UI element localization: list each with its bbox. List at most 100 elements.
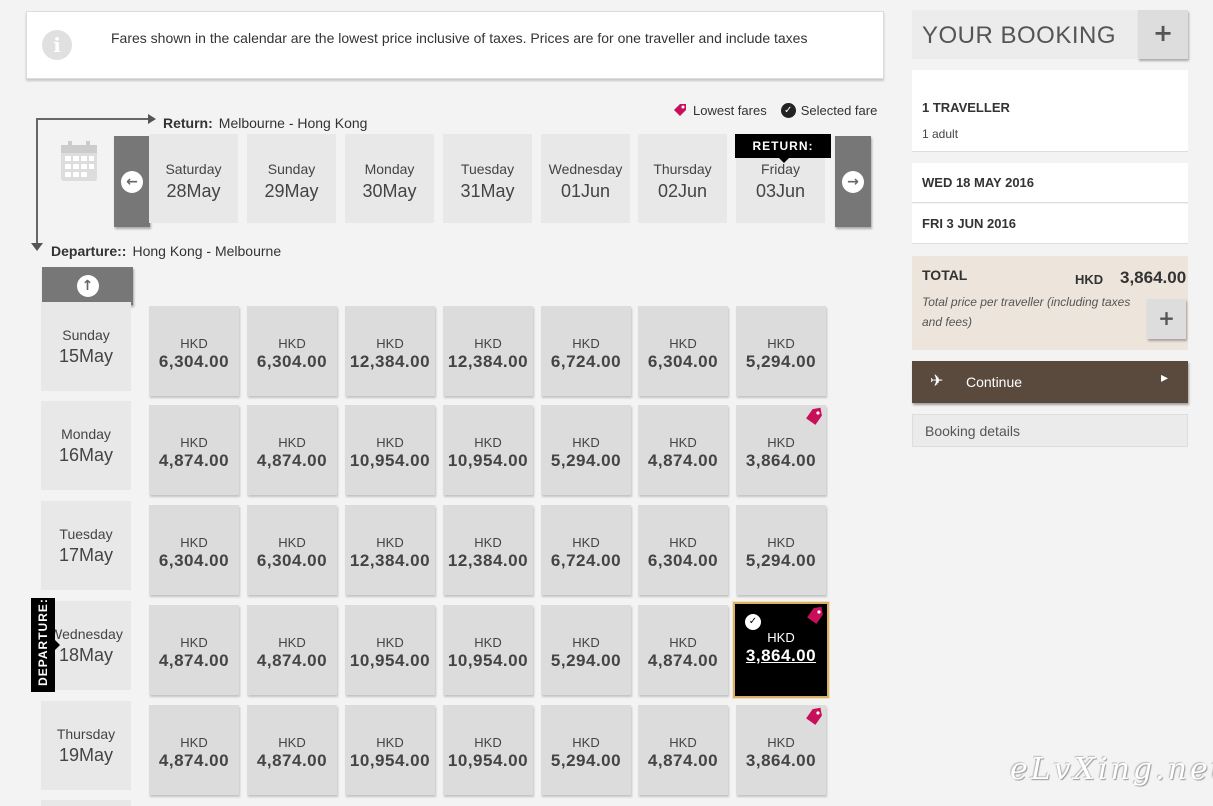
fare-currency: HKD bbox=[278, 336, 306, 351]
departure-route-label: Departure:: bbox=[51, 243, 127, 259]
fare-cell[interactable]: HKD 4,874.00 bbox=[638, 405, 728, 495]
fare-amount: 6,304.00 bbox=[158, 352, 230, 371]
expand-total-button[interactable]: + bbox=[1147, 299, 1186, 339]
departure-date-row[interactable]: Sunday 15May bbox=[41, 302, 131, 391]
departure-date-row[interactable]: Tuesday 17May bbox=[41, 501, 131, 590]
fare-cell[interactable]: HKD 6,304.00 bbox=[247, 306, 337, 396]
fare-amount: 5,294.00 bbox=[550, 751, 622, 770]
total-value: 3,864.00 bbox=[1120, 268, 1187, 287]
return-date-column[interactable]: Thursday 02Jun bbox=[638, 134, 727, 223]
departure-date-row[interactable]: Monday 16May bbox=[41, 401, 131, 490]
fare-cell[interactable]: HKD 12,384.00 bbox=[443, 306, 533, 396]
continue-button[interactable]: ✈ Continue ▸ bbox=[912, 361, 1188, 403]
fare-cell[interactable]: HKD 10,954.00 bbox=[443, 405, 533, 495]
return-date-column[interactable]: Tuesday 31May bbox=[443, 134, 532, 223]
fare-cell[interactable]: HKD 4,874.00 bbox=[149, 605, 239, 695]
fare-amount: 10,954.00 bbox=[349, 651, 431, 670]
departure-date-row[interactable]: Thursday 19May bbox=[41, 701, 131, 790]
return-date-label: 02Jun bbox=[657, 181, 708, 201]
fare-cell[interactable]: HKD 6,724.00 bbox=[541, 505, 631, 595]
next-dates-button[interactable]: → bbox=[835, 136, 871, 227]
return-date-column[interactable]: Saturday 28May bbox=[149, 134, 238, 223]
fare-cell[interactable]: HKD 10,954.00 bbox=[443, 605, 533, 695]
fare-amount: 4,874.00 bbox=[158, 651, 230, 670]
return-date-column[interactable]: Monday 30May bbox=[345, 134, 434, 223]
lowest-fare-tag-icon bbox=[804, 707, 824, 727]
fare-currency: HKD bbox=[572, 535, 600, 550]
fare-currency: HKD bbox=[767, 735, 795, 750]
plane-icon: ✈ bbox=[930, 371, 944, 390]
return-date: FRI 3 JUN 2016 bbox=[912, 204, 1188, 244]
booking-header: YOUR BOOKING bbox=[912, 10, 1138, 59]
fare-currency: HKD bbox=[376, 435, 404, 450]
fare-amount: 4,874.00 bbox=[256, 651, 328, 670]
fare-cell[interactable]: HKD 6,304.00 bbox=[149, 505, 239, 595]
fare-currency: HKD bbox=[180, 535, 208, 550]
fare-currency: HKD bbox=[474, 435, 502, 450]
fare-currency: HKD bbox=[767, 435, 795, 450]
fare-currency: HKD bbox=[474, 735, 502, 750]
departure-day-label: Thursday bbox=[56, 726, 116, 742]
fare-cell[interactable]: HKD 6,724.00 bbox=[541, 306, 631, 396]
fare-amount: 5,294.00 bbox=[745, 352, 817, 371]
fare-currency: HKD bbox=[474, 336, 502, 351]
fare-amount: 4,874.00 bbox=[647, 751, 719, 770]
fare-cell[interactable]: HKD 5,294.00 bbox=[541, 405, 631, 495]
earlier-departures-button[interactable]: ↑ bbox=[42, 267, 133, 305]
fare-cell[interactable]: HKD 12,384.00 bbox=[345, 505, 435, 595]
fare-cell[interactable]: HKD 4,874.00 bbox=[638, 705, 728, 795]
return-date-column[interactable]: Sunday 29May bbox=[247, 134, 336, 223]
fare-cell[interactable]: HKD 5,294.00 bbox=[736, 306, 826, 396]
fare-cell[interactable]: HKD 6,304.00 bbox=[247, 505, 337, 595]
fare-cell[interactable]: HKD 12,384.00 bbox=[443, 505, 533, 595]
fare-currency: HKD bbox=[572, 336, 600, 351]
return-route: Return: Melbourne - Hong Kong bbox=[163, 115, 367, 131]
fare-cell[interactable]: HKD 4,874.00 bbox=[149, 705, 239, 795]
plus-icon: + bbox=[1158, 306, 1175, 330]
fare-currency: HKD bbox=[180, 735, 208, 750]
fare-currency: HKD bbox=[278, 435, 306, 450]
next-row-partial bbox=[41, 800, 131, 806]
fare-cell[interactable]: HKD 10,954.00 bbox=[443, 705, 533, 795]
fare-cell[interactable]: HKD 4,874.00 bbox=[247, 405, 337, 495]
total-currency: HKD bbox=[1075, 272, 1104, 287]
total-label: TOTAL bbox=[922, 267, 968, 283]
return-date-column[interactable]: Wednesday 01Jun bbox=[541, 134, 630, 223]
fare-cell[interactable]: HKD 5,294.00 bbox=[541, 705, 631, 795]
fare-currency: HKD bbox=[180, 635, 208, 650]
travellers-summary: 1 TRAVELLER 1 adult bbox=[912, 70, 1188, 152]
fare-cell[interactable]: HKD 6,304.00 bbox=[638, 505, 728, 595]
fare-cell[interactable]: HKD 5,294.00 bbox=[736, 505, 826, 595]
fare-cell[interactable]: HKD 4,874.00 bbox=[149, 405, 239, 495]
fare-cell[interactable]: HKD 3,864.00 bbox=[736, 405, 826, 495]
previous-dates-button[interactable]: ← bbox=[114, 136, 150, 227]
fare-amount: 4,874.00 bbox=[647, 651, 719, 670]
return-day-label: Friday bbox=[761, 161, 800, 177]
fare-cell[interactable]: HKD 10,954.00 bbox=[345, 705, 435, 795]
booking-details-link[interactable]: Booking details bbox=[912, 414, 1188, 447]
fare-cell[interactable]: HKD 4,874.00 bbox=[247, 705, 337, 795]
fare-cell[interactable]: HKD 6,304.00 bbox=[149, 306, 239, 396]
fare-currency: HKD bbox=[669, 535, 697, 550]
departure-date-label: 16May bbox=[58, 445, 114, 465]
fare-amount: 3,864.00 bbox=[745, 646, 817, 665]
fare-cell[interactable]: HKD 5,294.00 bbox=[541, 605, 631, 695]
fare-cell[interactable]: HKD 4,874.00 bbox=[247, 605, 337, 695]
arrow-up-icon: ↑ bbox=[76, 275, 99, 297]
fare-amount: 5,294.00 bbox=[745, 551, 817, 570]
fare-cell[interactable]: HKD 10,954.00 bbox=[345, 605, 435, 695]
expand-booking-button[interactable]: + bbox=[1138, 10, 1188, 59]
fare-currency: HKD bbox=[376, 635, 404, 650]
fare-cell[interactable]: HKD 4,874.00 bbox=[638, 605, 728, 695]
info-icon: i bbox=[42, 30, 72, 60]
return-route-value: Melbourne - Hong Kong bbox=[218, 115, 368, 131]
fare-cell[interactable]: HKD 10,954.00 bbox=[345, 405, 435, 495]
fare-amount: 10,954.00 bbox=[349, 751, 431, 770]
fare-cell[interactable]: HKD 12,384.00 bbox=[345, 306, 435, 396]
continue-label: Continue bbox=[966, 374, 1023, 390]
fare-cell[interactable]: HKD 3,864.00 bbox=[736, 705, 826, 795]
fare-cell[interactable]: HKD 6,304.00 bbox=[638, 306, 728, 396]
lowest-fare-tag-icon bbox=[805, 606, 825, 626]
fare-currency: HKD bbox=[669, 336, 697, 351]
fare-cell-selected[interactable]: ✓ HKD 3,864.00 bbox=[733, 602, 829, 698]
